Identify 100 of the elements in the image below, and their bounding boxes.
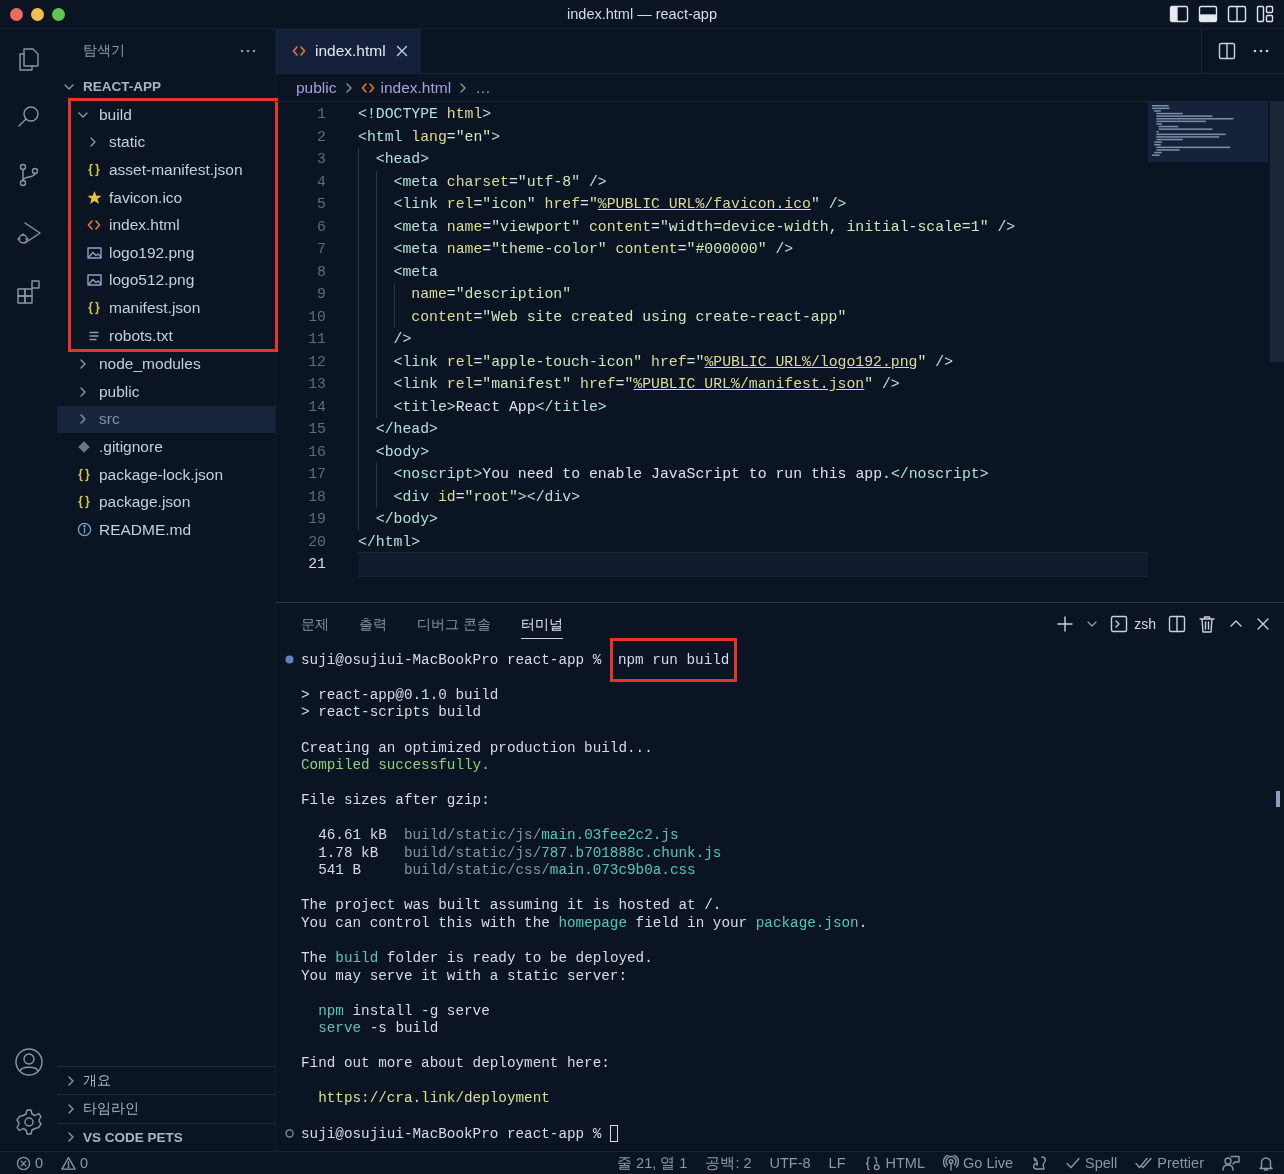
line-number: 11: [307, 331, 326, 348]
command-text: npm run build: [617, 651, 730, 668]
status-item[interactable]: HTML: [863, 1155, 925, 1171]
scrollbar-thumb[interactable]: [1276, 791, 1280, 807]
status-item[interactable]: 0: [61, 1155, 89, 1171]
status-item[interactable]: Spell: [1065, 1155, 1118, 1171]
terminal-shell-button[interactable]: zsh: [1110, 615, 1156, 633]
panel-tab[interactable]: 터미널: [520, 609, 563, 639]
line-number: 5: [316, 196, 326, 213]
line-number: 21: [307, 556, 326, 573]
line-number: 17: [307, 466, 326, 483]
code-line: <meta name="viewport" content="width=device-width, initial-scale=1" />: [358, 215, 1016, 238]
terminal-output-line: > react-app@0.1.0 build: [301, 686, 499, 703]
file-item[interactable]: favicon.ico: [57, 183, 275, 212]
breadcrumb-item[interactable]: public: [296, 78, 337, 97]
settings-icon[interactable]: [13, 1107, 44, 1137]
file-item[interactable]: README.md: [57, 515, 275, 544]
person-feedback-icon[interactable]: [1222, 1155, 1240, 1171]
breadcrumb-item[interactable]: …: [475, 78, 491, 97]
warning-icon[interactable]: [61, 1155, 77, 1171]
braces-icon: [87, 163, 101, 177]
editor-tab[interactable]: index.html: [276, 29, 421, 73]
panel-tab[interactable]: 출력: [359, 609, 387, 639]
split-terminal-icon[interactable]: [1168, 615, 1186, 633]
error-icon[interactable]: [16, 1155, 31, 1171]
code-brackets-icon: [292, 44, 306, 58]
minimize-window-button[interactable]: [31, 7, 44, 21]
sidebar-section-header[interactable]: VS CODE PETS: [57, 1122, 275, 1151]
layout-toggle-icon[interactable]: [1198, 5, 1218, 23]
image-icon: [87, 273, 102, 288]
code-line: <!DOCTYPE html>: [358, 106, 492, 123]
code-line: <title>React App</title>: [358, 395, 607, 418]
file-item[interactable]: package.json: [57, 488, 275, 516]
terminal-output-line: https://cra.link/deployment: [318, 1090, 550, 1107]
file-item[interactable]: package-lock.json: [57, 460, 275, 489]
braces-icon[interactable]: [863, 1155, 882, 1171]
check-icon[interactable]: [1065, 1155, 1081, 1171]
project-folder-header[interactable]: REACT-APP: [57, 73, 275, 100]
prompt-text: suji@osujiui-MacBookPro react-app %: [301, 1125, 603, 1142]
sidebar-section-header[interactable]: 개요: [57, 1065, 275, 1095]
run-debug-icon[interactable]: [14, 219, 43, 247]
prompt-text: suji@osujiui-MacBookPro react-app %: [301, 651, 603, 668]
terminal-output-line: You may serve it with a static server:: [301, 967, 628, 984]
trash-icon[interactable]: [1198, 615, 1216, 633]
line-number: 8: [316, 263, 326, 280]
close-icon[interactable]: [1256, 617, 1270, 631]
panel-tab[interactable]: 문제: [301, 609, 329, 639]
terminal-output-line: File sizes after gzip:: [301, 792, 490, 809]
extensions-icon[interactable]: [14, 277, 43, 305]
split-editor-icon[interactable]: [1218, 42, 1236, 60]
broadcast-icon[interactable]: [943, 1155, 959, 1171]
file-item[interactable]: index.html: [57, 211, 275, 239]
close-icon[interactable]: [394, 44, 409, 58]
line-number: 10: [307, 308, 326, 325]
close-window-button[interactable]: [10, 7, 23, 21]
file-item[interactable]: .gitignore: [57, 433, 275, 461]
double-check-icon[interactable]: [1135, 1155, 1154, 1171]
status-item[interactable]: 0: [16, 1155, 44, 1171]
line-number: 7: [316, 241, 326, 258]
customize-layout-icon[interactable]: [1256, 5, 1274, 23]
zoom-window-button[interactable]: [52, 7, 65, 21]
account-icon[interactable]: [13, 1047, 44, 1077]
minimap-drawing[interactable]: [1148, 102, 1268, 162]
file-item[interactable]: logo192.png: [57, 238, 275, 267]
file-item[interactable]: manifest.json: [57, 294, 275, 322]
file-item[interactable]: robots.txt: [57, 321, 275, 350]
folder-item[interactable]: public: [57, 377, 275, 406]
braces-icon: [87, 300, 101, 315]
braces-icon: [77, 495, 91, 510]
more-icon[interactable]: [1252, 48, 1270, 54]
layout-toggle-icon[interactable]: [1169, 5, 1189, 23]
terminal-output-line: 541 B build/static/css/main.073c9b0a.css: [318, 862, 696, 879]
line-number: 1: [316, 106, 326, 123]
panel-tab[interactable]: 디버그 콘솔: [417, 609, 491, 639]
sidebar-section-header[interactable]: 타임라인: [57, 1094, 275, 1123]
folder-item[interactable]: src: [57, 405, 275, 434]
status-item[interactable]: UTF-8: [769, 1155, 811, 1171]
layout-toggle-icon[interactable]: [1227, 5, 1247, 23]
code-line: <meta: [358, 260, 438, 283]
code-line: <head>: [358, 148, 430, 171]
bell-icon[interactable]: [1258, 1155, 1274, 1171]
code-brackets-icon: [87, 218, 101, 233]
plus-icon[interactable]: [1056, 615, 1075, 633]
status-item[interactable]: 줄 21, 열 1: [617, 1153, 688, 1173]
terminal-output-line: Find out more about deployment here:: [301, 1055, 610, 1072]
status-item[interactable]: Prettier: [1135, 1155, 1204, 1171]
folder-item[interactable]: node_modules: [57, 350, 275, 378]
status-item[interactable]: LF: [828, 1155, 846, 1171]
code-line: </body>: [358, 508, 438, 531]
status-item[interactable]: 공백: 2: [705, 1153, 752, 1173]
code-line: <body>: [358, 440, 430, 463]
file-item[interactable]: asset-manifest.json: [57, 156, 275, 184]
folder-item[interactable]: build: [57, 101, 275, 129]
status-item[interactable]: Go Live: [943, 1155, 1013, 1171]
folder-item[interactable]: static: [57, 128, 275, 157]
file-item[interactable]: logo512.png: [57, 266, 275, 295]
more-icon[interactable]: [239, 48, 257, 54]
breadcrumb-item[interactable]: index.html: [380, 78, 452, 97]
code-line: <div id="root"></div>: [358, 485, 581, 508]
image-icon: [87, 245, 102, 260]
